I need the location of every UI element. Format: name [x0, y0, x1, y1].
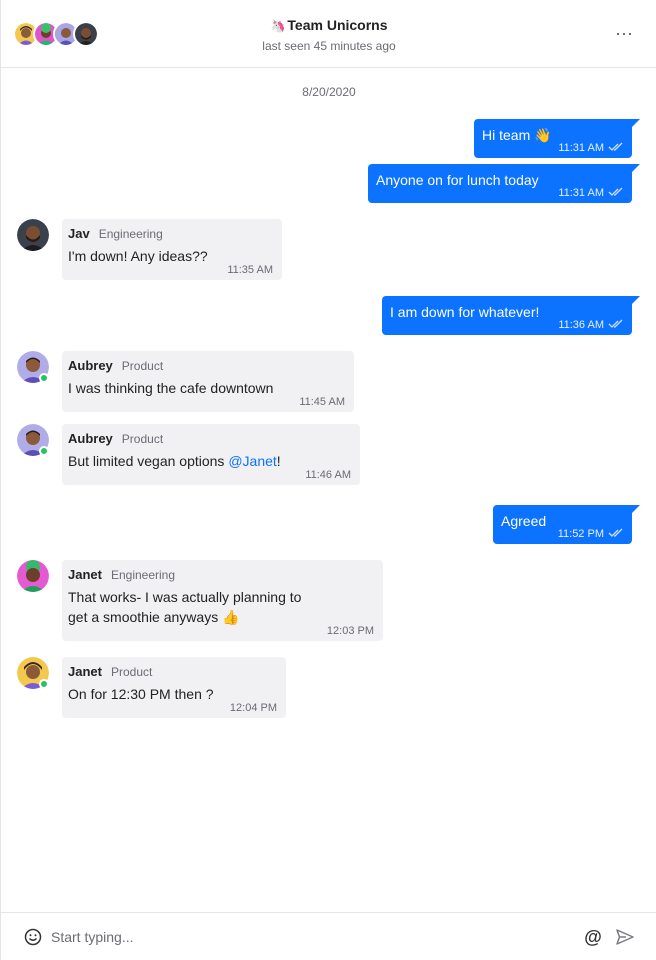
- message-meta: 11:36 AM: [558, 319, 624, 331]
- avatar-jav[interactable]: [17, 219, 49, 251]
- read-receipt-icon: [608, 319, 623, 328]
- message-text-line-2: get a smoothie anyways 👍: [68, 609, 240, 625]
- chat-header: 🦄 Team Unicorns last seen 45 minutes ago …: [1, 0, 656, 68]
- sender-role: Engineering: [110, 568, 176, 582]
- message-time: 11:31 AM: [558, 187, 604, 199]
- chat-window: 🦄 Team Unicorns last seen 45 minutes ago …: [0, 0, 656, 960]
- sender-role: Engineering: [98, 227, 163, 241]
- chat-title-text: Team Unicorns: [287, 17, 388, 33]
- message-text: I was thinking the cafe downtown: [68, 380, 274, 396]
- message-text-line-1: That works- I was actually planning to: [68, 589, 302, 605]
- message-text: On for 12:30 PM then ?: [68, 686, 214, 702]
- incoming-message-row: Aubrey Product But limited vegan options …: [17, 424, 362, 485]
- read-receipt-icon: [608, 528, 623, 537]
- message-text: I'm down! Any ideas??: [68, 248, 208, 264]
- mention-button[interactable]: @: [583, 927, 603, 947]
- last-seen-status: last seen 45 minutes ago: [262, 39, 396, 53]
- outgoing-message[interactable]: Agreed 11:52 PM: [493, 505, 640, 544]
- incoming-message[interactable]: Janet Engineering That works- I was actua…: [62, 560, 383, 641]
- sender-role: Product: [110, 665, 153, 679]
- message-text: But limited vegan options @Janet!: [68, 451, 350, 471]
- message-time: 11:36 AM: [558, 319, 604, 331]
- incoming-message[interactable]: Aubrey Product I was thinking the cafe do…: [62, 351, 354, 412]
- at-icon: @: [584, 927, 602, 947]
- message-meta: 11:31 AM: [558, 187, 624, 199]
- outgoing-message[interactable]: I am down for whatever! 11:36 AM: [382, 296, 640, 335]
- avatar-janet[interactable]: [17, 560, 49, 592]
- incoming-message-row: Janet Product On for 12:30 PM then ? 12:0…: [17, 657, 287, 718]
- outgoing-message[interactable]: Hi team 👋 11:31 AM: [474, 119, 640, 158]
- message-time: 12:04 PM: [229, 702, 277, 714]
- read-receipt-icon: [608, 142, 623, 151]
- sender-name[interactable]: Aubrey: [68, 431, 113, 446]
- incoming-message[interactable]: Aubrey Product But limited vegan options …: [62, 424, 360, 485]
- message-time: 11:52 PM: [557, 528, 604, 540]
- incoming-message-row: Janet Engineering That works- I was actua…: [17, 560, 387, 641]
- sender-role: Product: [121, 432, 164, 446]
- sender-role: Product: [121, 359, 164, 373]
- more-icon: ···: [615, 23, 633, 43]
- online-status-indicator: [39, 446, 49, 456]
- message-time: 11:35 AM: [227, 264, 273, 276]
- online-status-indicator: [39, 679, 49, 689]
- date-separator: 8/20/2020: [302, 85, 356, 99]
- chat-title: 🦄 Team Unicorns: [1, 17, 656, 33]
- incoming-message[interactable]: Jav Engineering I'm down! Any ideas?? 11:…: [62, 219, 282, 280]
- mention-link[interactable]: @Janet: [228, 453, 276, 469]
- sender-name[interactable]: Aubrey: [68, 358, 113, 373]
- message-time: 11:45 AM: [299, 396, 345, 408]
- emoji-picker-icon[interactable]: [24, 928, 42, 946]
- unicorn-icon: 🦄: [270, 19, 286, 33]
- message-time: 11:31 AM: [558, 142, 604, 154]
- more-options-button[interactable]: ···: [613, 24, 635, 42]
- message-input[interactable]: [51, 925, 551, 949]
- incoming-message-row: Aubrey Product I was thinking the cafe do…: [17, 351, 357, 412]
- message-meta: 11:31 AM: [558, 142, 624, 154]
- incoming-message[interactable]: Janet Product On for 12:30 PM then ? 12:0…: [62, 657, 286, 718]
- message-text-body: But limited vegan options: [68, 453, 229, 469]
- message-time: 12:03 PM: [326, 625, 374, 637]
- message-meta: 11:52 PM: [558, 528, 624, 540]
- sender-name[interactable]: Janet: [68, 567, 102, 582]
- message-composer: @: [1, 912, 656, 960]
- sender-name[interactable]: Janet: [68, 664, 102, 679]
- read-receipt-icon: [608, 187, 623, 196]
- sender-name[interactable]: Jav: [68, 226, 90, 241]
- message-text-tail: !: [276, 453, 281, 469]
- incoming-message-row: Jav Engineering I'm down! Any ideas?? 11:…: [17, 219, 287, 280]
- outgoing-message[interactable]: Anyone on for lunch today 11:31 AM: [368, 164, 640, 203]
- online-status-indicator: [39, 373, 49, 383]
- message-time: 11:46 AM: [305, 469, 351, 481]
- send-icon[interactable]: [615, 928, 635, 946]
